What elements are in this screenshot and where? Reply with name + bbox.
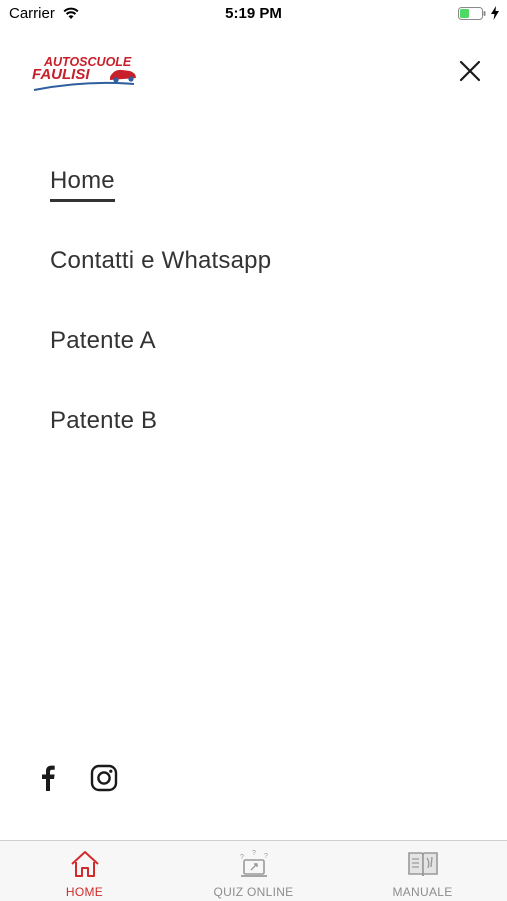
tab-manuale-label: MANUALE: [392, 885, 453, 899]
menu-item-home[interactable]: Home: [50, 160, 271, 240]
tab-home[interactable]: HOME: [0, 841, 169, 901]
menu-item-label: Contatti e Whatsapp: [50, 247, 272, 274]
menu-item-patente-b[interactable]: Patente B: [50, 400, 271, 480]
autoscuole-faulisi-logo: AUTOSCUOLE FAULISI: [32, 55, 136, 91]
menu-item-contatti-whatsapp[interactable]: Contatti e Whatsapp: [50, 240, 271, 320]
house-icon: [70, 851, 99, 877]
battery-icon: [458, 7, 486, 20]
clock: 5:19 PM: [225, 5, 282, 22]
instagram-icon[interactable]: [90, 764, 118, 792]
menu-item-label: Patente A: [50, 327, 156, 354]
svg-text:?: ?: [240, 854, 244, 861]
tab-quiz-online-label: QUIZ ONLINE: [213, 885, 294, 899]
social-links: [40, 764, 118, 792]
quiz-icon: ? ? ?: [240, 850, 268, 877]
side-menu: Home Contatti e Whatsapp Patente A Paten…: [50, 160, 271, 480]
car-logo-icon: [110, 69, 136, 83]
book-icon: [407, 852, 438, 877]
tab-home-label: HOME: [65, 885, 104, 899]
charging-bolt-icon: [491, 6, 499, 20]
tab-manuale[interactable]: MANUALE: [338, 841, 507, 901]
menu-item-patente-a[interactable]: Patente A: [50, 320, 271, 400]
tab-bar: HOME ? ? ? QUIZ ONLINE MANUALE: [0, 840, 507, 901]
svg-text:?: ?: [252, 850, 256, 857]
tab-quiz-online[interactable]: ? ? ? QUIZ ONLINE: [169, 841, 338, 901]
menu-item-label: Patente B: [50, 407, 158, 434]
facebook-icon[interactable]: [40, 764, 56, 792]
close-icon[interactable]: [455, 56, 485, 86]
menu-item-label: Home: [50, 160, 115, 202]
svg-text:?: ?: [264, 853, 268, 860]
status-bar: Carrier 5:19 PM: [0, 0, 507, 28]
svg-text:FAULISI: FAULISI: [32, 66, 90, 83]
